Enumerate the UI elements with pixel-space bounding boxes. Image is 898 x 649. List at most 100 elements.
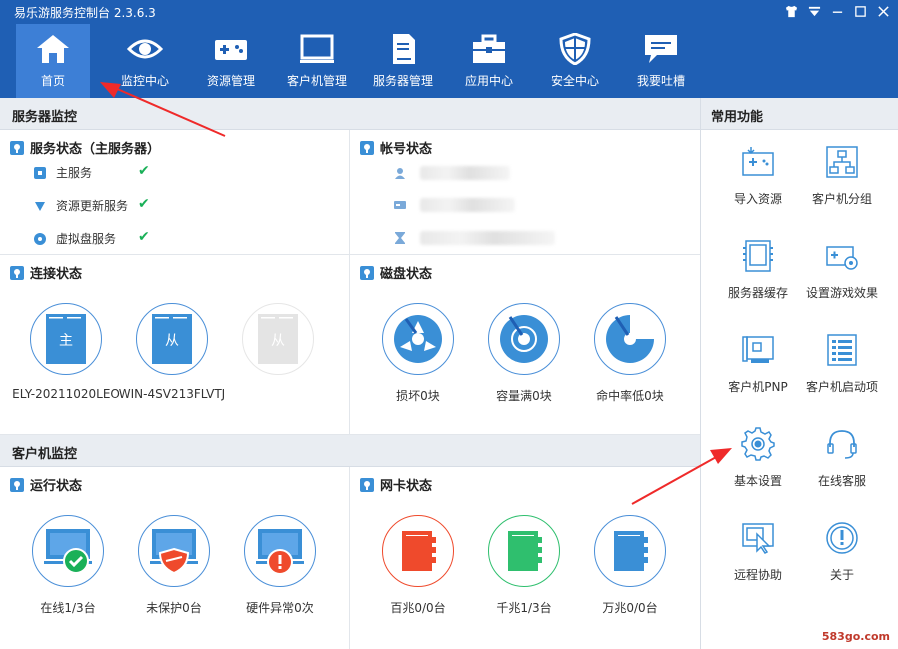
status-ok-icon: ✔ [138, 229, 150, 245]
server-cache-icon [740, 238, 776, 274]
disk-full[interactable]: 容量满0块 [488, 303, 560, 404]
toolbox-icon [470, 32, 508, 66]
connection-status-title: 连接状态 [10, 263, 82, 282]
main-service-icon [34, 166, 46, 179]
client-online[interactable]: 在线1/3台 [32, 515, 104, 616]
nav-feedback-label: 我要吐槽 [636, 74, 685, 88]
nic-status-title: 网卡状态 [360, 475, 432, 494]
maximize-icon[interactable] [852, 3, 869, 20]
client-unprotected-label: 未保护0台 [146, 601, 202, 615]
pin-icon [360, 140, 374, 155]
account-id-row [394, 198, 515, 212]
func-client-pnp[interactable]: 客户机PNP [716, 332, 800, 395]
service-row-main: 主服务 ✔ [34, 163, 150, 181]
common-functions-header: 常用功能 [701, 98, 898, 130]
pin-icon [360, 265, 374, 280]
status-ok-icon: ✔ [138, 163, 150, 179]
func-basic-settings[interactable]: 基本设置 [716, 426, 800, 489]
func-client-group[interactable]: 客户机分组 [800, 144, 884, 207]
game-effect-icon [824, 238, 860, 274]
nic-1000m[interactable]: 千兆1/3台 [488, 515, 560, 616]
nav-home[interactable]: 首页 [16, 24, 90, 98]
skin-icon[interactable] [783, 3, 800, 20]
disk-status-card: 磁盘状态 损坏0块 容量满0块 命中率低0块 [350, 255, 700, 435]
nic-1000m-icon [488, 515, 560, 587]
eye-icon [126, 32, 164, 66]
svg-text:从: 从 [165, 333, 179, 349]
window-controls [783, 3, 892, 20]
status-ok-icon: ✔ [138, 196, 150, 212]
service-row-update: 资源更新服务 ✔ [34, 196, 150, 214]
disk-damaged-icon [382, 303, 454, 375]
monitor-icon [298, 32, 336, 66]
client-online-label: 在线1/3台 [40, 601, 96, 615]
blurred-account-id [420, 198, 515, 212]
client-hardware-error[interactable]: 硬件异常0次 [244, 515, 316, 616]
info-icon [824, 520, 860, 556]
home-icon [34, 32, 72, 66]
server-slave-2[interactable]: 从 [242, 303, 314, 375]
disk-damaged[interactable]: 损坏0块 [382, 303, 454, 404]
update-service-icon [35, 201, 45, 211]
run-status-card: 运行状态 在线1/3台 未保护0台 硬件异常0次 [0, 467, 350, 649]
nav-resource[interactable]: 资源管理 [188, 24, 274, 98]
client-unprotected[interactable]: 未保护0台 [138, 515, 210, 616]
disk-hitrate[interactable]: 命中率低0块 [594, 303, 666, 404]
watermark: 583go.com [821, 630, 890, 643]
func-online-service[interactable]: 在线客服 [800, 426, 884, 489]
main-content: 服务器监控 服务状态（主服务器） 主服务 ✔ 资源更新服务 ✔ 虚拟盘服务 ✔ … [0, 98, 700, 649]
func-game-effect[interactable]: 设置游戏效果 [800, 238, 884, 301]
pnp-icon [740, 332, 776, 368]
headset-icon [824, 426, 860, 462]
nav-app[interactable]: 应用中心 [446, 24, 532, 98]
svg-text:主: 主 [59, 333, 73, 349]
vdisk-service-icon [34, 232, 46, 245]
func-client-startup[interactable]: 客户机启动项 [800, 332, 884, 395]
nic-100m-label: 百兆0/0台 [390, 601, 446, 615]
nav-monitor[interactable]: 监控中心 [102, 24, 188, 98]
menu-dropdown-icon[interactable] [806, 3, 823, 20]
title-bar: 易乐游服务控制台 2.3.6.3 [0, 0, 898, 24]
gamepad-icon [212, 32, 250, 66]
gear-icon [740, 426, 776, 462]
user-icon [395, 168, 405, 179]
nic-10g-icon [594, 515, 666, 587]
nav-security-label: 安全中心 [550, 74, 599, 88]
remote-assist-icon [740, 520, 776, 556]
client-group-icon [824, 144, 860, 180]
func-remote-assist[interactable]: 远程协助 [716, 520, 800, 583]
func-server-cache[interactable]: 服务器缓存 [716, 238, 800, 301]
func-import-resource[interactable]: 导入资源 [716, 144, 800, 207]
server-icon [384, 32, 422, 66]
func-about[interactable]: 关于 [800, 520, 884, 583]
disk-full-label: 容量满0块 [496, 389, 552, 403]
server-master[interactable]: 主 ELY-20211020LEO [12, 303, 120, 401]
nav-security[interactable]: 安全中心 [532, 24, 618, 98]
client-monitor-header: 客户机监控 [0, 435, 700, 467]
pin-icon [10, 140, 24, 155]
nav-feedback[interactable]: 我要吐槽 [618, 24, 704, 98]
app-title: 易乐游服务控制台 2.3.6.3 [14, 6, 156, 20]
disk-full-icon [488, 303, 560, 375]
service-row-vdisk: 虚拟盘服务 ✔ [34, 229, 150, 247]
shield-icon [556, 32, 594, 66]
run-status-title: 运行状态 [10, 475, 82, 494]
nic-10g[interactable]: 万兆0/0台 [594, 515, 666, 616]
nav-client[interactable]: 客户机管理 [274, 24, 360, 98]
server-slave-1[interactable]: 从 WIN-4SV213FLVTJ [119, 303, 225, 401]
pin-icon [360, 477, 374, 492]
minimize-icon[interactable] [829, 3, 846, 20]
account-status-title: 帐号状态 [360, 138, 432, 157]
nav-server[interactable]: 服务器管理 [360, 24, 446, 98]
service-status-title: 服务状态（主服务器） [10, 138, 160, 157]
close-icon[interactable] [875, 3, 892, 20]
top-bar: 易乐游服务控制台 2.3.6.3 首页 监控中心 资源管理 客户机管理 服务器管… [0, 0, 898, 98]
account-user-row [394, 166, 510, 180]
id-card-icon [394, 201, 406, 209]
startup-icon [824, 332, 860, 368]
nic-100m[interactable]: 百兆0/0台 [382, 515, 454, 616]
connection-status-card: 连接状态 主 ELY-20211020LEO 从 WIN-4SV213FLVTJ… [0, 255, 350, 435]
nav-home-label: 首页 [40, 74, 65, 88]
nic-10g-label: 万兆0/0台 [602, 601, 658, 615]
pin-icon [10, 265, 24, 280]
